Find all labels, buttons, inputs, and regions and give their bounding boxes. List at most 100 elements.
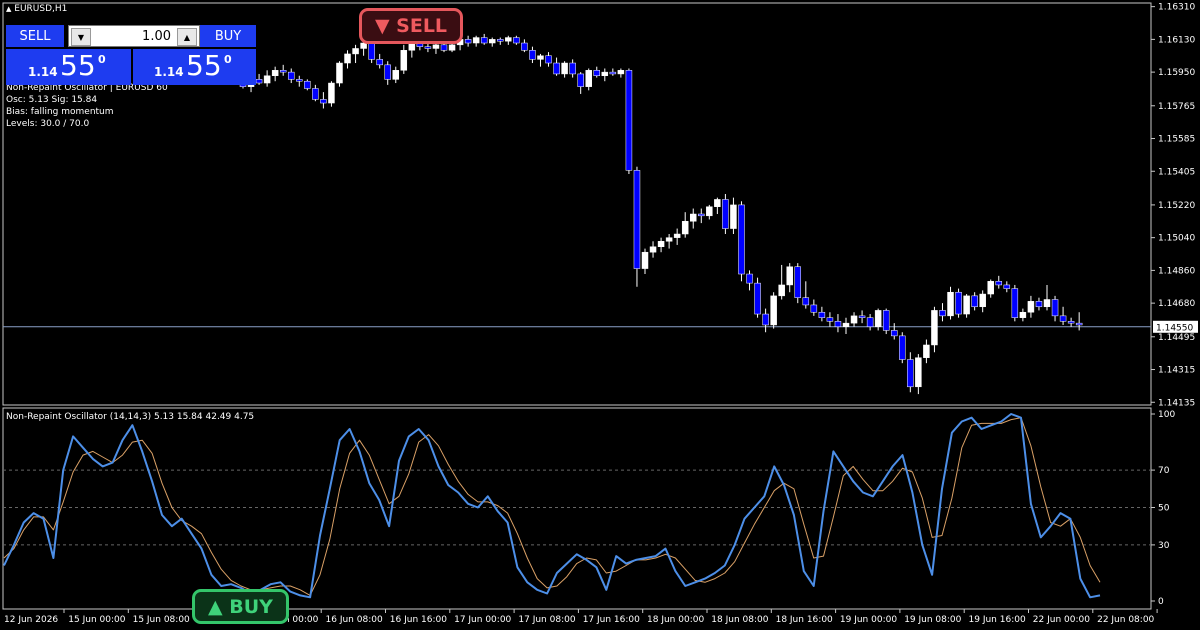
collapse-triangle-icon[interactable]: ▲ xyxy=(6,5,11,13)
candle-body xyxy=(585,70,592,87)
candle-body xyxy=(271,70,279,77)
time-tick-label: 12 Jun 2026 xyxy=(4,615,58,625)
lot-size-field[interactable]: ▼ 1.00 ▲ xyxy=(68,25,200,47)
candle xyxy=(625,68,633,174)
candle-body xyxy=(1043,299,1051,308)
candle-body xyxy=(681,221,689,235)
candle-body xyxy=(633,170,641,269)
candle xyxy=(842,317,850,335)
buy-price-button[interactable]: 1.14 55 0 xyxy=(133,49,256,85)
candle-body xyxy=(657,241,665,247)
candle-body xyxy=(344,53,351,64)
oscillator-tick-label: 70 xyxy=(1158,466,1170,476)
candle xyxy=(963,294,970,318)
candle xyxy=(850,312,858,327)
lot-size-value[interactable]: 1.00 xyxy=(142,29,171,44)
candle xyxy=(1035,297,1043,311)
candle-body xyxy=(1067,321,1075,324)
candle xyxy=(923,339,930,364)
candle xyxy=(287,68,295,84)
candle xyxy=(569,59,576,78)
candle-body xyxy=(810,304,818,313)
candle-body xyxy=(762,313,769,326)
candle-body xyxy=(689,213,697,222)
candle xyxy=(472,35,480,47)
candle-body xyxy=(1019,311,1027,318)
candle-body xyxy=(786,266,793,286)
candle-body xyxy=(649,246,657,253)
candle xyxy=(866,314,874,331)
candle-body xyxy=(287,71,295,80)
sell-button[interactable]: SELL xyxy=(6,25,64,47)
candle-body xyxy=(722,199,729,229)
candle xyxy=(657,237,665,253)
candle xyxy=(786,263,793,293)
candle-body xyxy=(842,322,850,328)
time-tick-label: 17 Jun 00:00 xyxy=(454,615,511,625)
candle-body xyxy=(255,79,263,84)
candle xyxy=(384,61,391,85)
candle xyxy=(577,72,584,94)
candle-body xyxy=(368,42,375,60)
lot-increase-button[interactable]: ▲ xyxy=(177,28,197,46)
candle-body xyxy=(625,70,633,171)
candle xyxy=(376,53,383,69)
candle-body xyxy=(963,295,970,315)
candle-body xyxy=(802,297,810,306)
lot-decrease-button[interactable]: ▼ xyxy=(71,28,91,46)
price-tick-label: 1.16130 xyxy=(1158,35,1195,45)
candle xyxy=(689,208,697,229)
candle xyxy=(770,292,777,329)
candle xyxy=(987,279,994,298)
price-tick-label: 1.15405 xyxy=(1158,167,1195,177)
candle-body xyxy=(1075,322,1083,326)
candle-body xyxy=(673,233,681,238)
candle-body xyxy=(939,310,946,317)
candle xyxy=(907,352,914,393)
candle-body xyxy=(312,88,319,100)
candle-body xyxy=(432,44,440,49)
time-tick-label: 19 Jun 16:00 xyxy=(969,615,1026,625)
candle-body xyxy=(593,70,601,77)
candle-body xyxy=(738,204,745,275)
candle-body xyxy=(400,50,408,71)
buy-button[interactable]: BUY xyxy=(200,25,256,47)
candle xyxy=(810,299,818,316)
candle-body xyxy=(899,335,906,360)
candle-body xyxy=(706,206,713,217)
time-tick-label: 16 Jun 16:00 xyxy=(390,615,447,625)
candle-body xyxy=(882,310,890,331)
candle xyxy=(1003,281,1011,293)
candle xyxy=(1059,306,1067,325)
oscillator-tick-label: 50 xyxy=(1158,504,1170,514)
time-tick-label: 22 Jun 00:00 xyxy=(1033,615,1090,625)
candle xyxy=(706,204,713,220)
oscillator-tick-label: 100 xyxy=(1158,410,1175,420)
candle-body xyxy=(440,44,448,51)
candle xyxy=(834,314,842,333)
candle xyxy=(762,308,769,333)
time-tick-label: 16 Jun 08:00 xyxy=(326,615,383,625)
candle-body xyxy=(328,82,335,104)
oscillator-axis: 100 70 50 30 0 xyxy=(3,410,1175,607)
price-tick-label: 1.15040 xyxy=(1158,234,1195,244)
candle-body xyxy=(947,291,954,317)
candle-body xyxy=(609,71,617,75)
time-tick-label: 15 Jun 08:00 xyxy=(133,615,190,625)
buy-price-prefix: 1.14 xyxy=(154,65,184,79)
candle-body xyxy=(263,75,271,84)
candle-body xyxy=(931,310,938,346)
candle-body xyxy=(955,291,962,315)
candle xyxy=(665,234,673,249)
candle-body xyxy=(320,99,327,104)
candle-body xyxy=(352,48,359,55)
oscillator-line xyxy=(3,413,1101,599)
candle xyxy=(633,166,641,287)
candle-body xyxy=(850,315,858,324)
sell-price-button[interactable]: 1.14 55 0 xyxy=(6,49,131,85)
buy-signal-badge: ▲ BUY xyxy=(192,589,289,624)
time-axis: 12 Jun 202615 Jun 00:0015 Jun 08:0015 Ju… xyxy=(4,609,1158,625)
candle xyxy=(255,73,263,85)
indicator-info-line-3: Bias: falling momentum xyxy=(6,107,114,117)
chart-canvas[interactable]: 1.16310 1.16130 1.15950 1.15765 1.15585 1.154… xyxy=(0,0,1200,630)
